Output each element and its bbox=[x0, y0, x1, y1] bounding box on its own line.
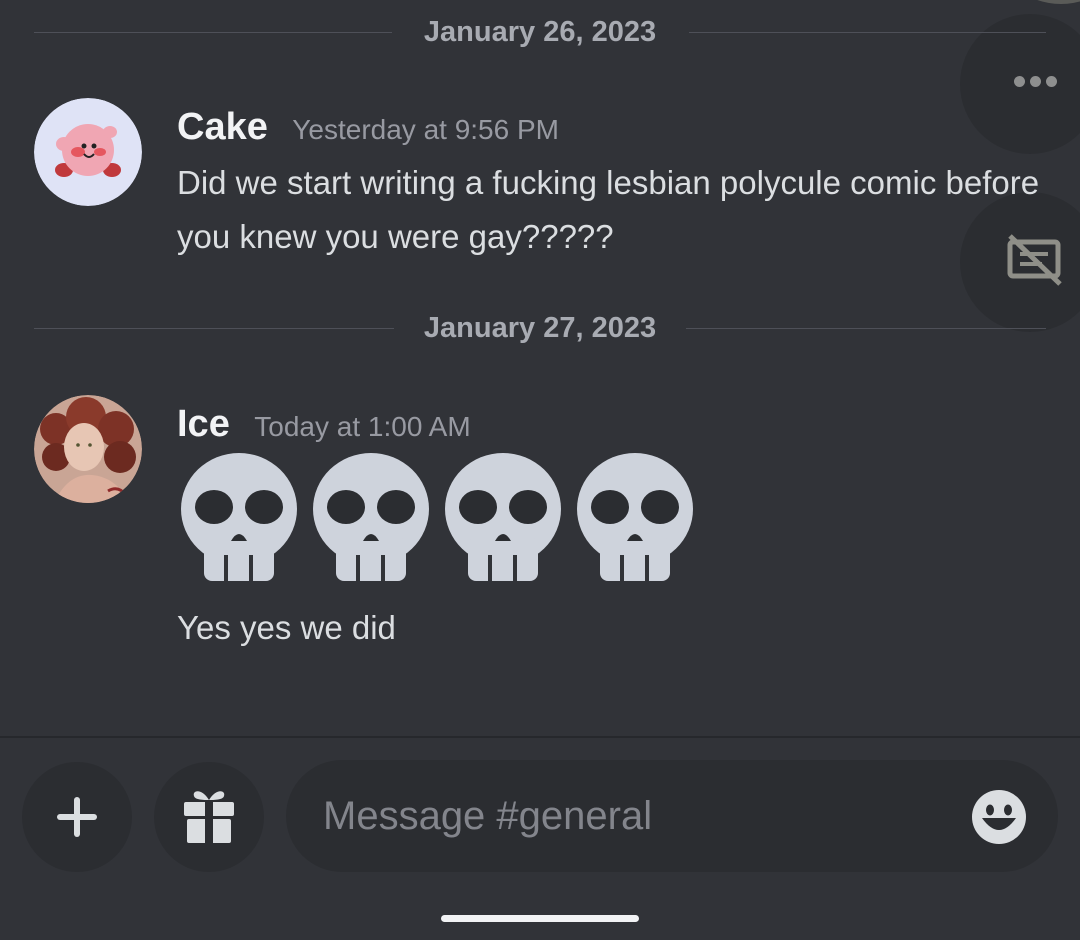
emoji-row bbox=[180, 451, 694, 581]
discord-chat-screen: { "separators": [ {"date": "January 26, … bbox=[0, 0, 1080, 940]
timestamp: Today at 1:00 AM bbox=[254, 411, 471, 442]
username[interactable]: Cake bbox=[177, 106, 268, 148]
emoji-button[interactable] bbox=[970, 788, 1028, 846]
message-text: Did we start writing a fucking lesbian p… bbox=[177, 164, 1040, 255]
skull-icon bbox=[313, 453, 429, 581]
avatar[interactable] bbox=[34, 98, 142, 206]
gift-button[interactable] bbox=[154, 762, 264, 872]
more-icon bbox=[1014, 76, 1057, 87]
avatar[interactable] bbox=[34, 395, 142, 503]
separator-line bbox=[689, 32, 1046, 33]
plus-icon bbox=[57, 797, 97, 837]
timestamp: Yesterday at 9:56 PM bbox=[292, 114, 559, 145]
add-attachment-button[interactable] bbox=[22, 762, 132, 872]
date-separator: January 26, 2023 bbox=[34, 17, 1046, 47]
message-header: Cake Yesterday at 9:56 PM bbox=[177, 106, 559, 149]
message-input[interactable]: Message #general bbox=[286, 760, 1058, 872]
gift-icon bbox=[184, 791, 234, 843]
message-header: Ice Today at 1:00 AM bbox=[177, 403, 471, 446]
side-action-button-top[interactable] bbox=[996, 0, 1080, 4]
composer-divider bbox=[0, 736, 1080, 738]
message-placeholder: Message #general bbox=[323, 794, 653, 838]
portrait-avatar-icon bbox=[34, 395, 142, 503]
home-indicator[interactable] bbox=[441, 915, 639, 922]
message-text: Yes yes we did bbox=[177, 609, 396, 646]
skull-icon bbox=[445, 453, 561, 581]
kirby-avatar-icon bbox=[34, 98, 142, 206]
skull-icon bbox=[181, 453, 297, 581]
separator-line bbox=[686, 328, 1046, 329]
skull-icon bbox=[577, 453, 693, 581]
username[interactable]: Ice bbox=[177, 403, 230, 445]
emoji-smile-icon bbox=[972, 790, 1026, 844]
date-separator: January 27, 2023 bbox=[34, 313, 1046, 343]
